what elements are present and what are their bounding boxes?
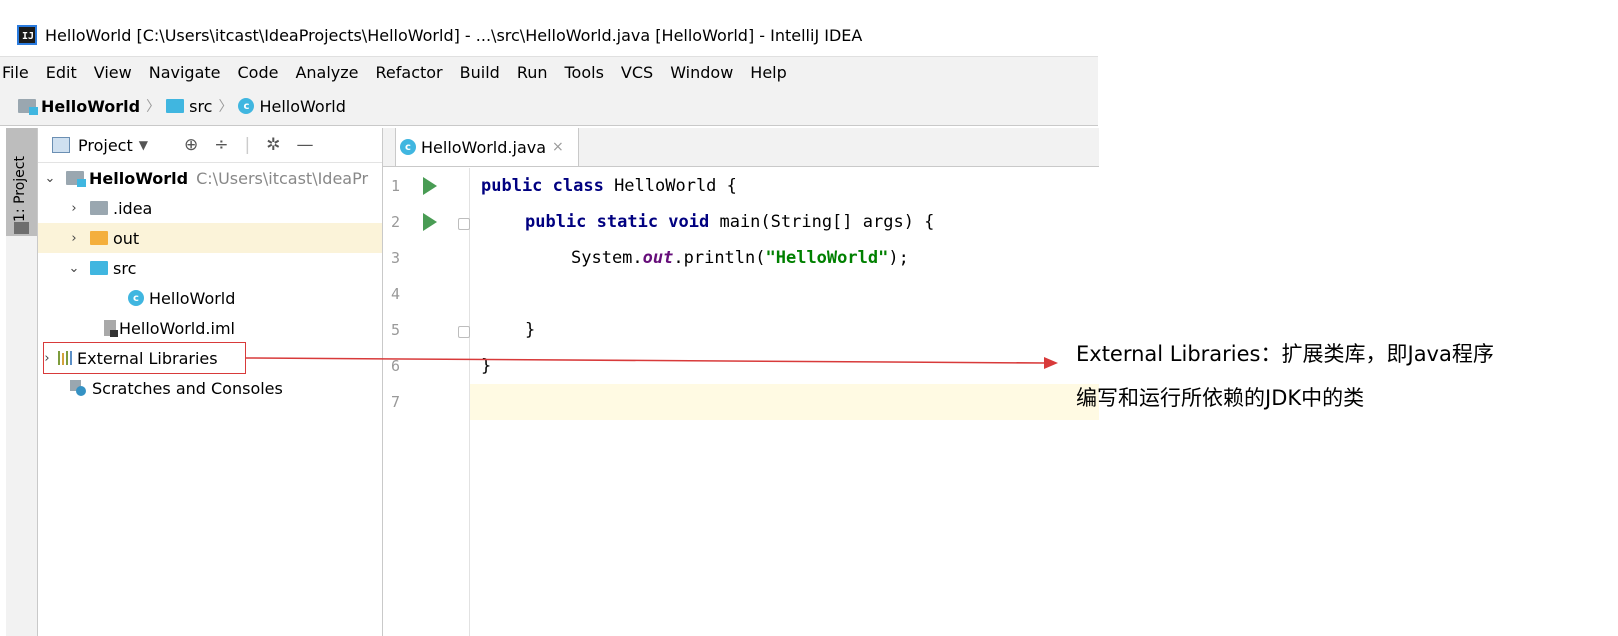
annotation-text: External Libraries：扩展类库，即Java程序 编写和运行所依赖… <box>1076 332 1596 420</box>
annotation-line-2: 编写和运行所依赖的JDK中的类 <box>1076 386 1365 410</box>
arrow-line <box>245 357 1047 364</box>
annotation-line-1: External Libraries：扩展类库，即Java程序 <box>1076 342 1494 366</box>
arrow-head-icon <box>1044 357 1058 369</box>
annotation-arrow <box>245 357 1058 369</box>
